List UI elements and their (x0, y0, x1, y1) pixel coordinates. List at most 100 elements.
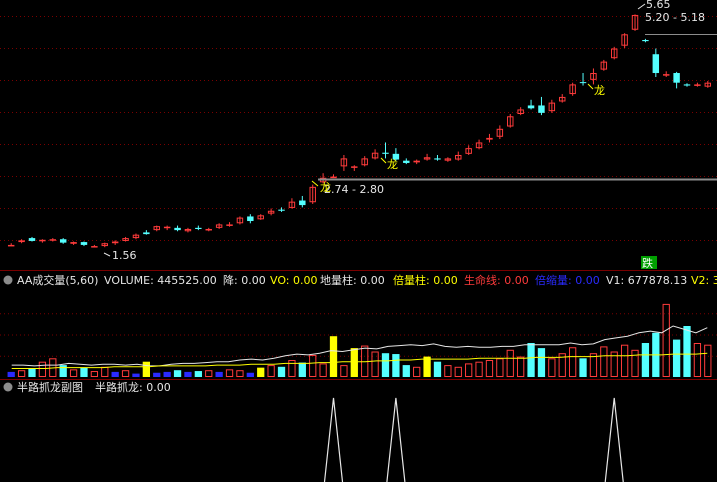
volume-bar (641, 343, 650, 377)
candle-body (527, 105, 535, 109)
volume-bar (111, 371, 119, 377)
volume-panel-title: AA成交量(5,60) (17, 273, 98, 287)
volume-bar (662, 303, 670, 377)
volume-bar (80, 367, 88, 377)
candle-body (403, 160, 410, 163)
dragon-signal-spike (323, 397, 344, 482)
candle-body (28, 238, 36, 241)
sub-panel-value: 半路抓龙: 0.00 (95, 380, 171, 394)
volume-bar (298, 362, 306, 377)
candle-body (163, 226, 171, 229)
volume-bar (683, 326, 691, 377)
chevron-down-icon[interactable] (3, 382, 13, 392)
volume-bar (17, 370, 26, 378)
low-price-pointer (103, 252, 111, 257)
v2-value: V2: 3 (691, 274, 717, 287)
volume-bar (59, 365, 67, 377)
low-price-label: 1.56 (112, 249, 137, 262)
volume-bar (548, 358, 556, 377)
volume-bar (485, 360, 494, 377)
volume-panel-grid (0, 313, 717, 357)
ground-volume-value: 地量柱: 0.00 (320, 273, 385, 287)
volume-bar (38, 361, 47, 378)
candle-body (662, 74, 670, 76)
candle-body (486, 137, 493, 140)
volume-bar (631, 349, 639, 377)
volume-bar (475, 361, 483, 378)
volume-bar (277, 366, 286, 377)
volume-bar (693, 343, 702, 377)
sub-panel-title: 半路抓龙副图 (17, 380, 83, 394)
candle-body (91, 246, 98, 248)
candle-body (642, 40, 649, 42)
ref-range-label: 2.74 - 2.80 (324, 183, 384, 196)
volume-bar (620, 344, 629, 378)
main-panel-grid (0, 16, 717, 241)
volume-bar (236, 370, 244, 378)
sub-panel-spikes (323, 397, 624, 482)
candle-body (694, 84, 701, 86)
volume-bar (69, 369, 78, 378)
candle-body (579, 82, 587, 84)
volume-bar (423, 356, 431, 377)
volume-bar (527, 343, 535, 377)
volume-bar (205, 370, 213, 378)
candle-body (111, 241, 119, 244)
chevron-down-icon[interactable] (3, 275, 13, 285)
volume-bar (579, 358, 587, 377)
candle-body (80, 242, 88, 245)
volume-bar (496, 358, 504, 377)
volume-bar (267, 365, 275, 378)
volume-bar (28, 368, 36, 377)
volume-bar (329, 336, 338, 377)
candle-body (652, 54, 660, 74)
sub-panel-header: 半路抓龙副图 半路抓龙: 0.00 (3, 380, 171, 394)
volume-bar (371, 351, 379, 377)
volume-bar (7, 371, 15, 377)
dragon-signal-spike (604, 397, 624, 482)
volume-bar (392, 354, 400, 377)
volume-bars (7, 303, 712, 378)
volume-bar (600, 346, 608, 377)
volume-bar (433, 361, 442, 377)
volume-bar (569, 347, 577, 377)
candle-body (143, 232, 150, 235)
volume-bar (142, 361, 150, 377)
volume-bar (173, 370, 182, 377)
high-range-label: 5.20 - 5.18 (645, 11, 705, 24)
volume-bar (309, 354, 317, 377)
volume-bar (257, 367, 265, 377)
candle-body (70, 242, 77, 244)
candle-body (226, 224, 233, 226)
candle-body (59, 239, 67, 243)
candle-body (195, 227, 202, 229)
volume-bar (381, 353, 390, 377)
candle-body (7, 244, 15, 247)
volume-bar (672, 339, 681, 377)
volume-bar (101, 366, 109, 377)
v1-value: V1: 677878.13 (606, 274, 687, 287)
volume-bar (90, 371, 99, 377)
high-price-pointer (637, 3, 646, 10)
volume-bar (319, 363, 327, 377)
dragon-pointer-2 (587, 83, 594, 90)
volume-bar (402, 365, 410, 377)
candle-body (330, 176, 337, 179)
volume-bar (506, 349, 514, 377)
candle-body (683, 84, 691, 86)
candle-body (247, 216, 254, 222)
candle-body (49, 239, 57, 241)
volume-bar (340, 365, 348, 378)
volume-bar (517, 356, 525, 378)
volume-bar (537, 348, 546, 377)
candle-body (413, 160, 420, 163)
double-volume-value: 倍量柱: 0.00 (393, 273, 458, 287)
high-price-label: 5.65 (646, 0, 671, 11)
stock-chart: 5.65 5.20 - 5.18 2.74 - 2.80 1.56 龙 龙 龙 … (0, 0, 717, 482)
volume-bar (246, 372, 254, 377)
volume-bar (163, 371, 171, 377)
volume-bar (194, 371, 202, 377)
volume-bar (184, 371, 192, 377)
candle-body (18, 240, 25, 243)
shrink-volume-value: 倍缩量: 0.00 (535, 273, 600, 287)
